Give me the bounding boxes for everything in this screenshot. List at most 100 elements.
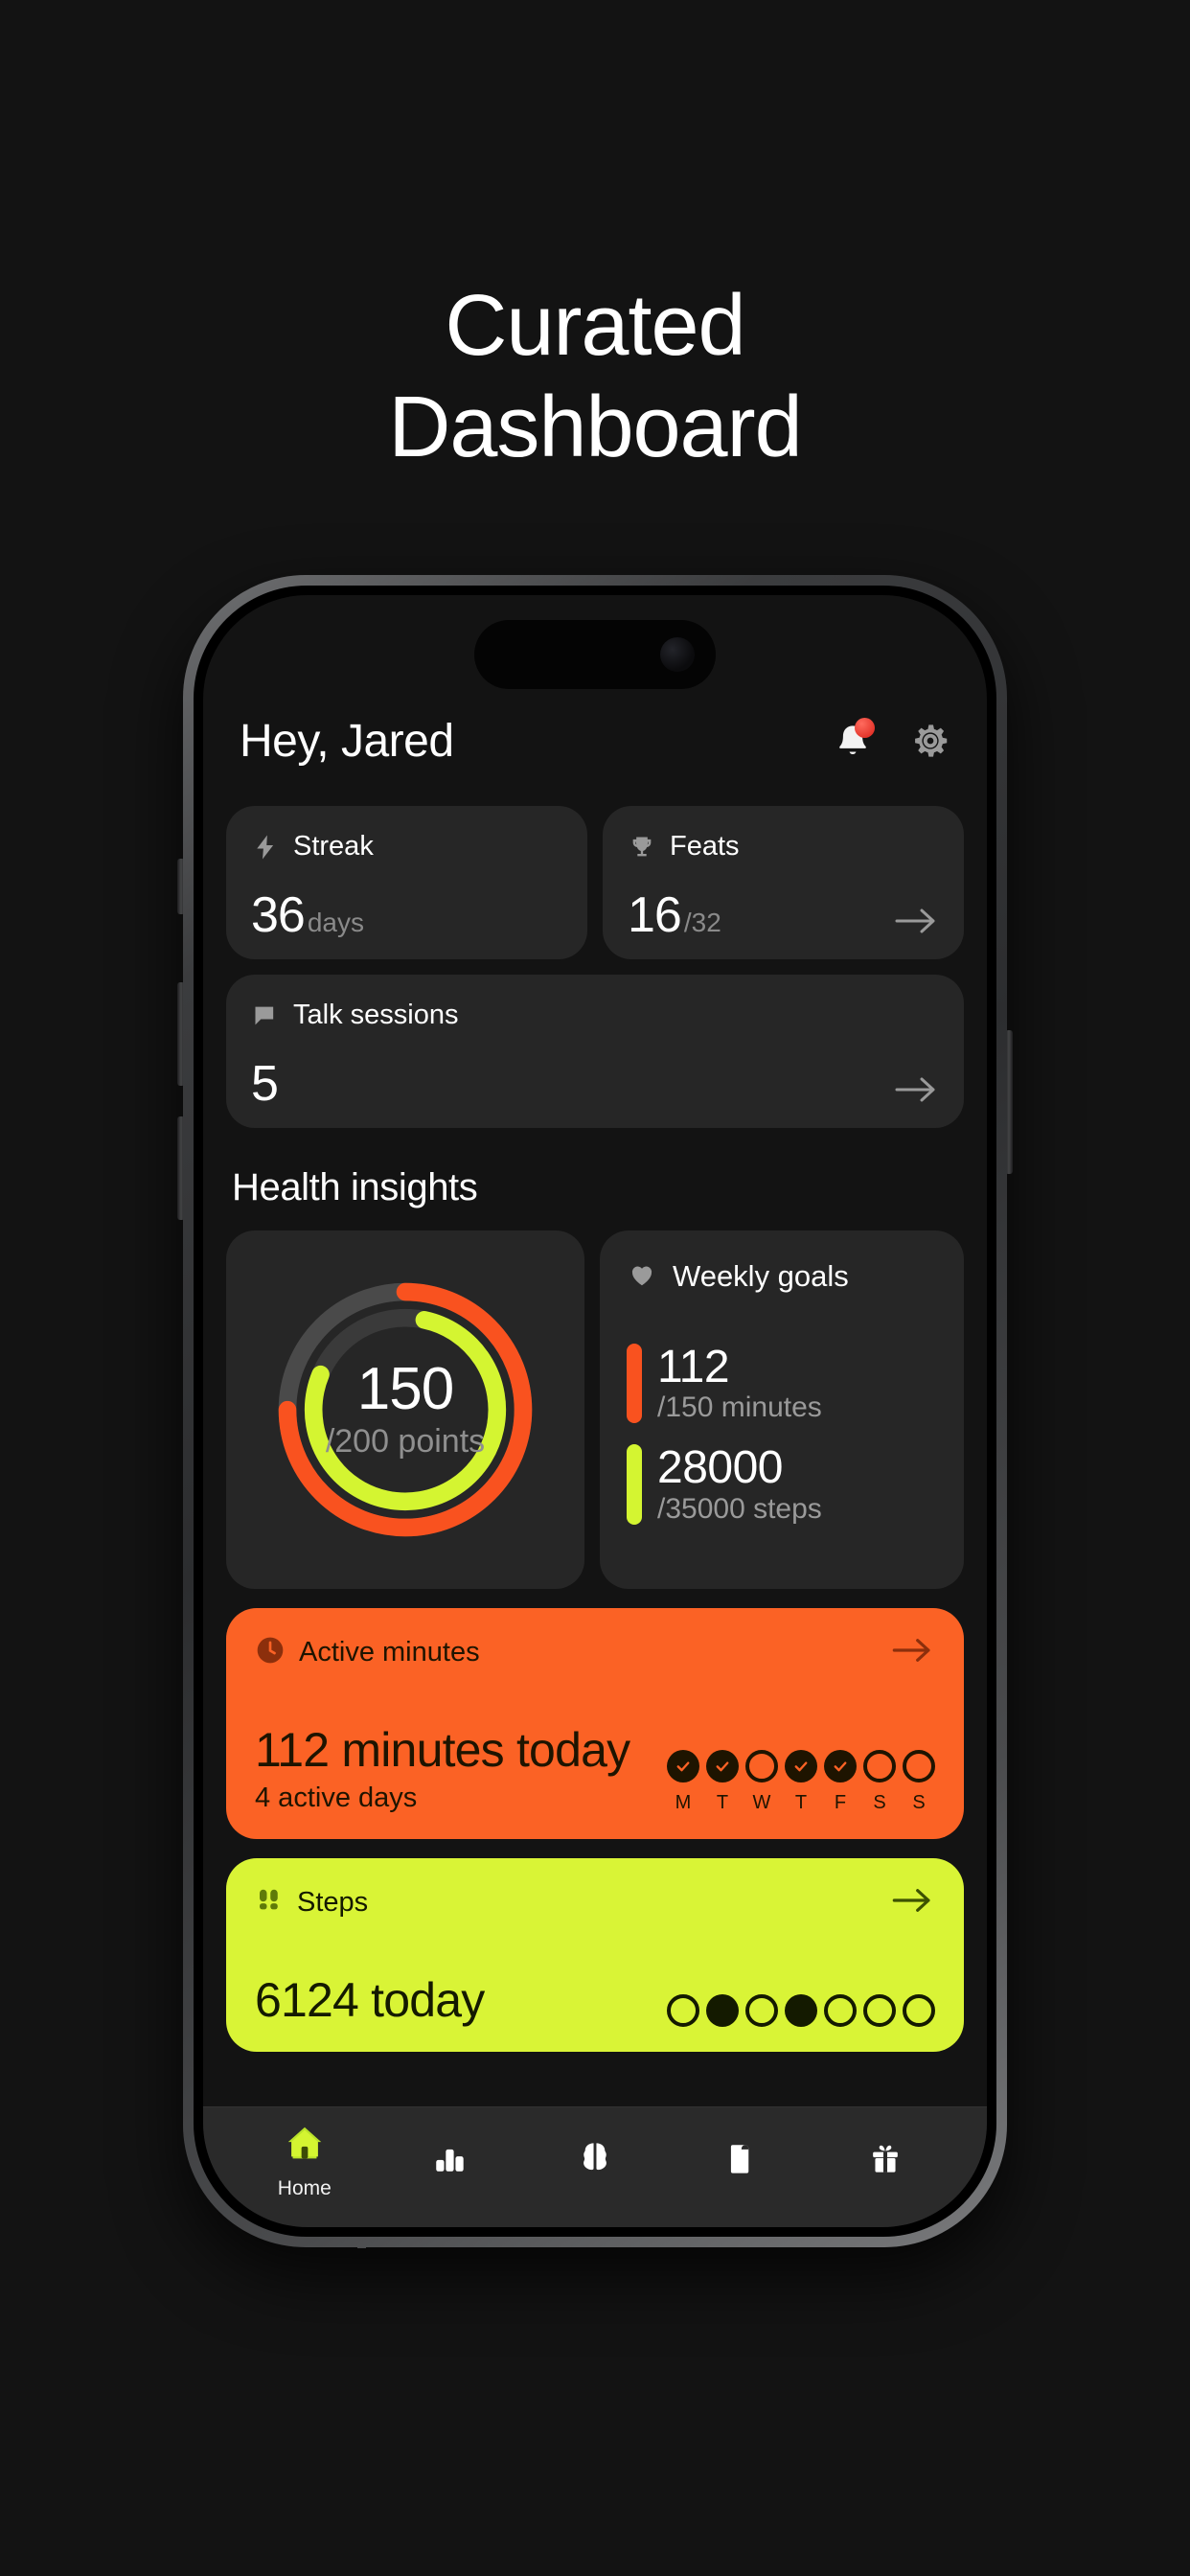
metric-subline: 4 active days	[255, 1782, 418, 1813]
day-labels: M T W T F S S	[667, 1792, 935, 1814]
notification-badge	[855, 718, 875, 738]
arrow-right-icon[interactable]	[891, 1636, 935, 1669]
header-actions	[832, 718, 952, 763]
day-dot-empty	[903, 1750, 935, 1782]
tab-home[interactable]: Home	[252, 2122, 357, 2200]
phone-screen: Hey, Jared Streak 36 days Feats 16 /32 T…	[203, 595, 987, 2227]
ring-value: 150	[356, 1355, 454, 1422]
day-label: W	[752, 1792, 771, 1813]
goal-color-bar	[627, 1444, 642, 1525]
book-icon	[720, 2137, 762, 2184]
stat-value-group: 5	[251, 1059, 281, 1109]
goal-text: 28000 /35000 steps	[657, 1442, 822, 1524]
tab-rewards[interactable]	[833, 2137, 938, 2184]
day-dot-empty	[745, 1750, 778, 1782]
metric-header-left: Steps	[255, 1885, 368, 1920]
metric-headline: 112 minutes today	[255, 1723, 630, 1777]
notifications-button[interactable]	[832, 718, 875, 762]
day-dots	[667, 1750, 935, 1782]
day-label: F	[834, 1792, 847, 1813]
weekly-goals-list: 112 /150 minutes 28000 /35000 steps	[627, 1342, 937, 1525]
goal-value: 112	[657, 1342, 730, 1392]
stat-value: 36	[251, 887, 306, 943]
metric-header: Active minutes	[255, 1635, 935, 1670]
metric-body: 112 minutes today 4 active days M T W T …	[255, 1724, 935, 1814]
weekly-goals-card[interactable]: Weekly goals 112 /150 minutes 28000 /350…	[600, 1230, 964, 1589]
screenshot-root: Curated Dashboard Hey, Jared Streak 36 d…	[0, 0, 1190, 2576]
stat-card-header: Streak	[251, 831, 562, 862]
bar-chart-icon	[428, 2137, 470, 2184]
metric-name: Steps	[297, 1887, 369, 1918]
page-title-line2: Dashboard	[388, 380, 802, 475]
stat-card-streak[interactable]: Streak 36 days	[226, 806, 587, 959]
arrow-right-icon[interactable]	[895, 1074, 939, 1105]
tab-mind[interactable]	[542, 2137, 648, 2184]
home-icon	[283, 2122, 327, 2171]
weekly-day-tracker: M T W T F S S	[667, 1750, 935, 1814]
clock-icon	[255, 1635, 286, 1670]
stat-label: Talk sessions	[293, 1000, 459, 1030]
stat-value-group: 16 /32	[628, 890, 721, 940]
brain-icon	[574, 2137, 616, 2184]
metric-body: 6124 today	[255, 1974, 935, 2027]
stat-card-header: Talk sessions	[251, 1000, 939, 1031]
stat-label: Streak	[293, 831, 374, 862]
phone-mockup: Hey, Jared Streak 36 days Feats 16 /32 T…	[183, 575, 1007, 2247]
weekly-day-tracker	[667, 1994, 935, 2027]
day-label: M	[675, 1792, 692, 1813]
stat-card-row: Streak 36 days Feats 16 /32	[226, 806, 964, 959]
page-title: Curated Dashboard	[0, 283, 1190, 471]
settings-button[interactable]	[908, 719, 952, 763]
day-label: T	[794, 1792, 808, 1813]
weekly-goals-title: Weekly goals	[673, 1259, 849, 1293]
metric-card-active-minutes[interactable]: Active minutes 112 minutes today 4 activ…	[226, 1608, 964, 1839]
stat-value-group: 36 days	[251, 890, 364, 940]
metric-header: Steps	[255, 1885, 935, 1920]
section-title-health-insights: Health insights	[232, 1166, 478, 1208]
points-ring-card[interactable]: 150 /200 points	[226, 1230, 584, 1589]
app-header: Hey, Jared	[226, 708, 964, 773]
arrow-right-icon[interactable]	[891, 1886, 935, 1920]
day-dot-filled	[667, 1750, 699, 1782]
speech-bubble-icon	[251, 1001, 280, 1030]
weekly-goal-item: 28000 /35000 steps	[627, 1442, 937, 1525]
metric-text: 6124 today	[255, 1974, 485, 2027]
day-dot-empty	[903, 1994, 935, 2027]
ring-center-labels: 150 /200 points	[268, 1273, 542, 1547]
gift-icon	[864, 2137, 906, 2184]
phone-bezel: Hey, Jared Streak 36 days Feats 16 /32 T…	[194, 586, 996, 2237]
stat-value: 16	[628, 887, 682, 943]
points-ring-chart: 150 /200 points	[268, 1273, 542, 1547]
goal-value: 28000	[657, 1442, 783, 1494]
arrow-right-icon[interactable]	[895, 906, 939, 936]
greeting-text: Hey, Jared	[240, 715, 454, 767]
day-dot-empty	[863, 1994, 896, 2027]
day-dots	[667, 1994, 935, 2027]
stat-card-header: Feats	[628, 831, 939, 862]
day-dot-filled	[785, 1750, 817, 1782]
tab-library[interactable]	[688, 2137, 793, 2184]
app-scroll-area[interactable]: Hey, Jared Streak 36 days Feats 16 /32 T…	[226, 595, 964, 2052]
ring-denominator: /200 points	[325, 1422, 486, 1460]
stat-card-talk-sessions[interactable]: Talk sessions 5	[226, 975, 964, 1128]
goal-denominator: /150 minutes	[657, 1392, 822, 1424]
day-dot-empty	[824, 1994, 857, 2027]
day-dot-empty	[667, 1994, 699, 2027]
day-dot-filled	[706, 1750, 739, 1782]
day-dot-empty	[863, 1750, 896, 1782]
dynamic-island	[474, 620, 716, 689]
trophy-icon	[628, 833, 656, 862]
day-dot-filled	[785, 1994, 817, 2027]
day-dot-empty	[745, 1994, 778, 2027]
tab-stats[interactable]	[397, 2137, 502, 2184]
stat-card-feats[interactable]: Feats 16 /32	[603, 806, 964, 959]
day-dot-filled	[824, 1750, 857, 1782]
day-label: S	[873, 1792, 886, 1813]
insights-row: 150 /200 points Weekly goals 112 /150 mi…	[226, 1230, 964, 1589]
stat-label: Feats	[670, 831, 740, 862]
day-label: S	[912, 1792, 926, 1813]
bottom-tab-bar: Home	[203, 2106, 987, 2227]
metric-text: 112 minutes today 4 active days	[255, 1723, 630, 1814]
metric-card-steps[interactable]: Steps 6124 today	[226, 1858, 964, 2052]
lightning-bolt-icon	[251, 833, 280, 862]
